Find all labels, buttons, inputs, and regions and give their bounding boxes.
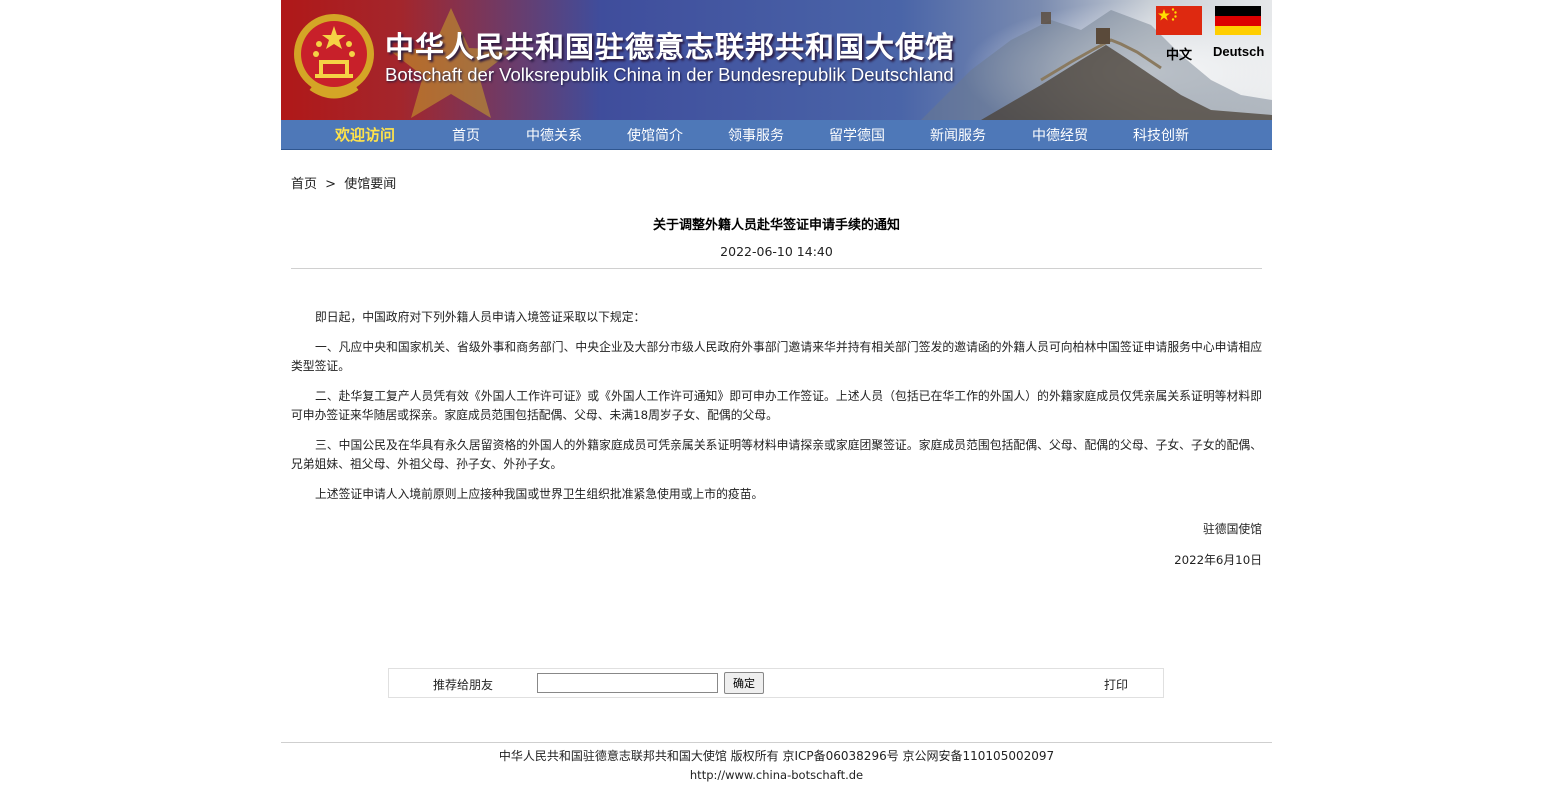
nav-item-economy-trade[interactable]: 中德经贸 (1030, 125, 1090, 145)
article-body: 即日起，中国政府对下列外籍人员申请入境签证采取以下规定： 一、凡应中央和国家机关… (291, 308, 1262, 515)
article-title: 关于调整外籍人员赴华签证申请手续的通知 (652, 218, 900, 233)
lang-german-label: Deutsch (1213, 44, 1265, 59)
nav-item-consular-services[interactable]: 领事服务 (726, 125, 786, 145)
site-title-de: Botschaft der Volksrepublik China in der… (385, 64, 954, 85)
recommend-label: 推荐给朋友 (433, 678, 494, 692)
footer-url[interactable]: http://www.china-botschaft.de (281, 768, 1272, 782)
nav-item-news-services[interactable]: 新闻服务 (928, 125, 988, 145)
article-date: 2022-06-10 14:40 (720, 244, 833, 259)
article-sign-date: 2022年6月10日 (1174, 553, 1262, 567)
header-banner: 中华人民共和国驻德意志联邦共和国大使馆 Botschaft der Volksr… (281, 0, 1272, 120)
article-signature: 驻德国使馆 (1203, 522, 1262, 536)
site-title-cn: 中华人民共和国驻德意志联邦共和国大使馆 (385, 30, 956, 64)
national-emblem-icon (294, 14, 374, 99)
nav-item-home[interactable]: 首页 (450, 125, 482, 145)
breadcrumb: 首页 > 使馆要闻 (291, 173, 396, 192)
breadcrumb-separator: > (325, 177, 337, 192)
lang-chinese-label: 中文 (1165, 47, 1192, 62)
nav-welcome: 欢迎访问 (334, 126, 395, 144)
nav-item-sino-german-relations[interactable]: 中德关系 (524, 125, 584, 145)
breadcrumb-current[interactable]: 使馆要闻 (344, 177, 396, 192)
nav-item-embassy-intro[interactable]: 使馆简介 (625, 125, 685, 145)
china-flag-icon (1156, 6, 1202, 35)
article-paragraph: 即日起，中国政府对下列外籍人员申请入境签证采取以下规定： (315, 310, 646, 324)
germany-flag-icon (1215, 6, 1261, 35)
article-paragraph: 上述签证申请人入境前原则上应接种我国或世界卫生组织批准紧急使用或上市的疫苗。 (315, 487, 764, 501)
breadcrumb-home[interactable]: 首页 (291, 177, 317, 192)
article-paragraph: 一、凡应中央和国家机关、省级外事和商务部门、中央企业及大部分市级人民政府外事部门… (291, 340, 1262, 373)
print-link[interactable]: 打印 (1104, 676, 1128, 693)
footer-divider (281, 742, 1272, 743)
main-nav: 欢迎访问 首页 中德关系 使馆简介 领事服务 留学德国 新闻服务 中德经贸 科技… (281, 120, 1272, 150)
recommend-email-input[interactable] (537, 673, 718, 693)
divider (291, 268, 1262, 269)
nav-item-science-innovation[interactable]: 科技创新 (1131, 125, 1191, 145)
page-wrapper: 中华人民共和国驻德意志联邦共和国大使馆 Botschaft der Volksr… (281, 0, 1272, 782)
share-toolbar: 推荐给朋友 确定 打印 (388, 668, 1164, 698)
article-paragraph: 三、中国公民及在华具有永久居留资格的外国人的外籍家庭成员可凭亲属关系证明等材料申… (291, 438, 1262, 471)
article-paragraph: 二、赴华复工复产人员凭有效《外国人工作许可证》或《外国人工作许可通知》即可申办工… (291, 389, 1262, 422)
confirm-button[interactable]: 确定 (724, 672, 764, 694)
nav-item-study-germany[interactable]: 留学德国 (827, 125, 887, 145)
lang-german-link[interactable]: Deutsch (1213, 6, 1265, 59)
lang-chinese-link[interactable]: 中文 (1154, 6, 1204, 63)
footer-copyright: 中华人民共和国驻德意志联邦共和国大使馆 版权所有 京ICP备06038296号 … (498, 749, 1055, 763)
